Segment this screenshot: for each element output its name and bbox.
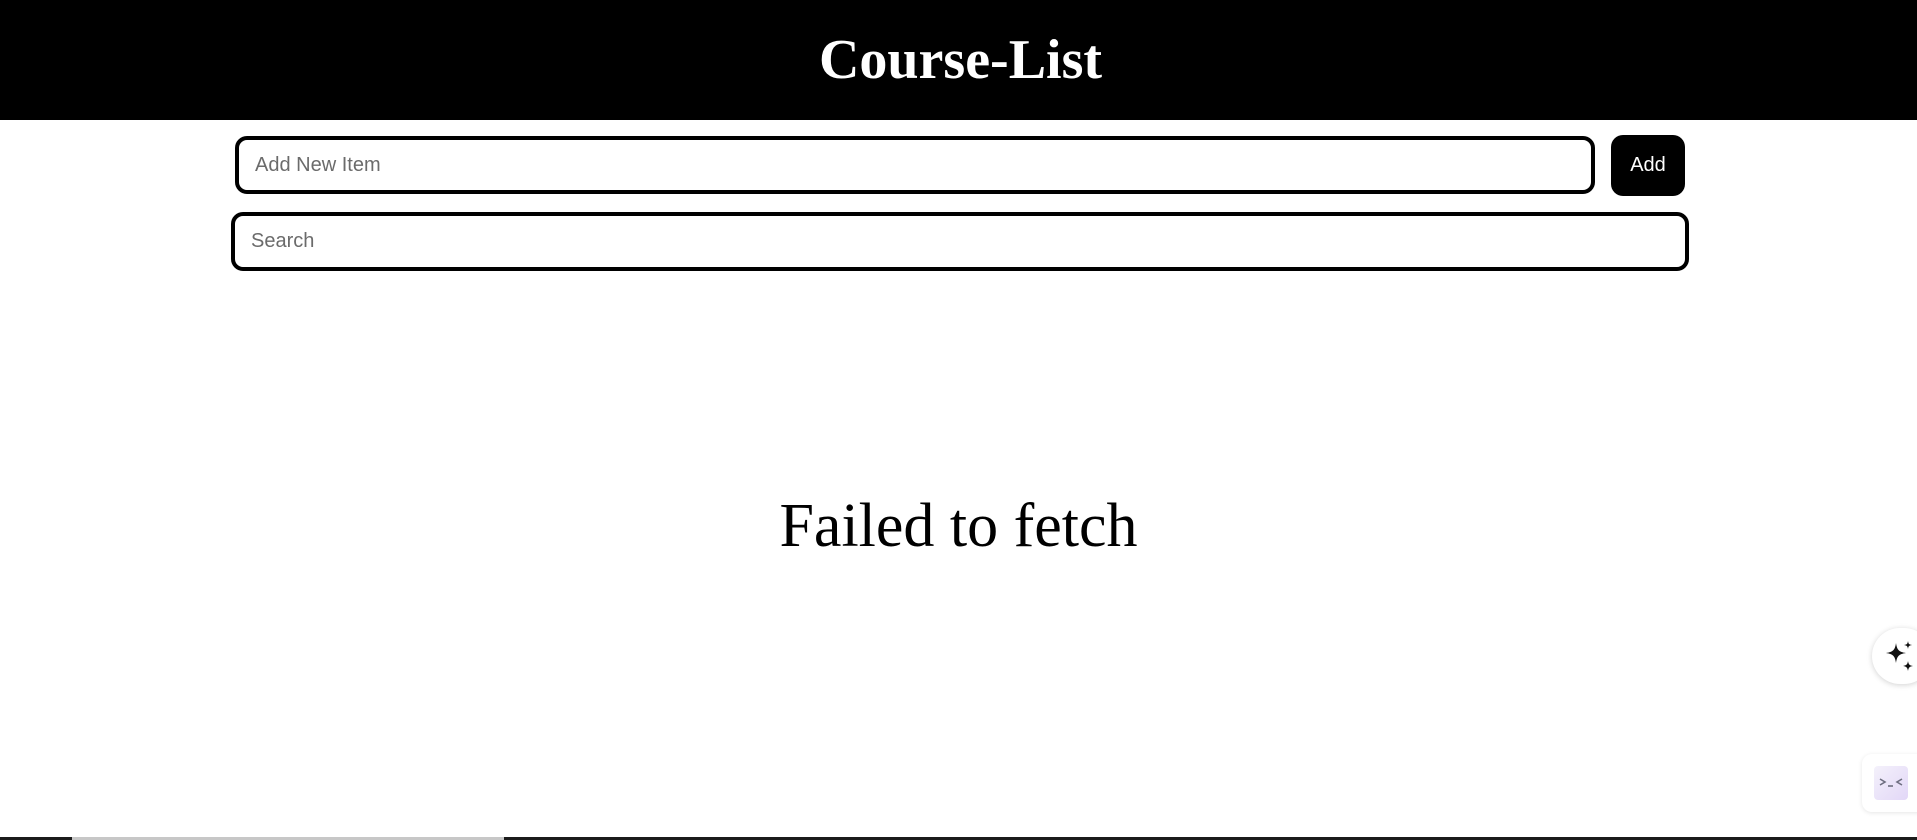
add-item-input[interactable] (235, 136, 1595, 194)
face-glyph-icon (1879, 778, 1903, 787)
add-button[interactable]: Add (1611, 135, 1685, 196)
side-widget-tab[interactable] (1862, 754, 1917, 812)
sparkle-icon (1886, 641, 1913, 671)
search-input[interactable] (231, 212, 1689, 271)
error-message: Failed to fetch (779, 492, 1138, 560)
app-header: Course-List (0, 0, 1917, 120)
assistant-button[interactable] (1872, 628, 1917, 684)
page-title: Course-List (818, 29, 1103, 91)
face-widget-icon (1874, 766, 1908, 800)
